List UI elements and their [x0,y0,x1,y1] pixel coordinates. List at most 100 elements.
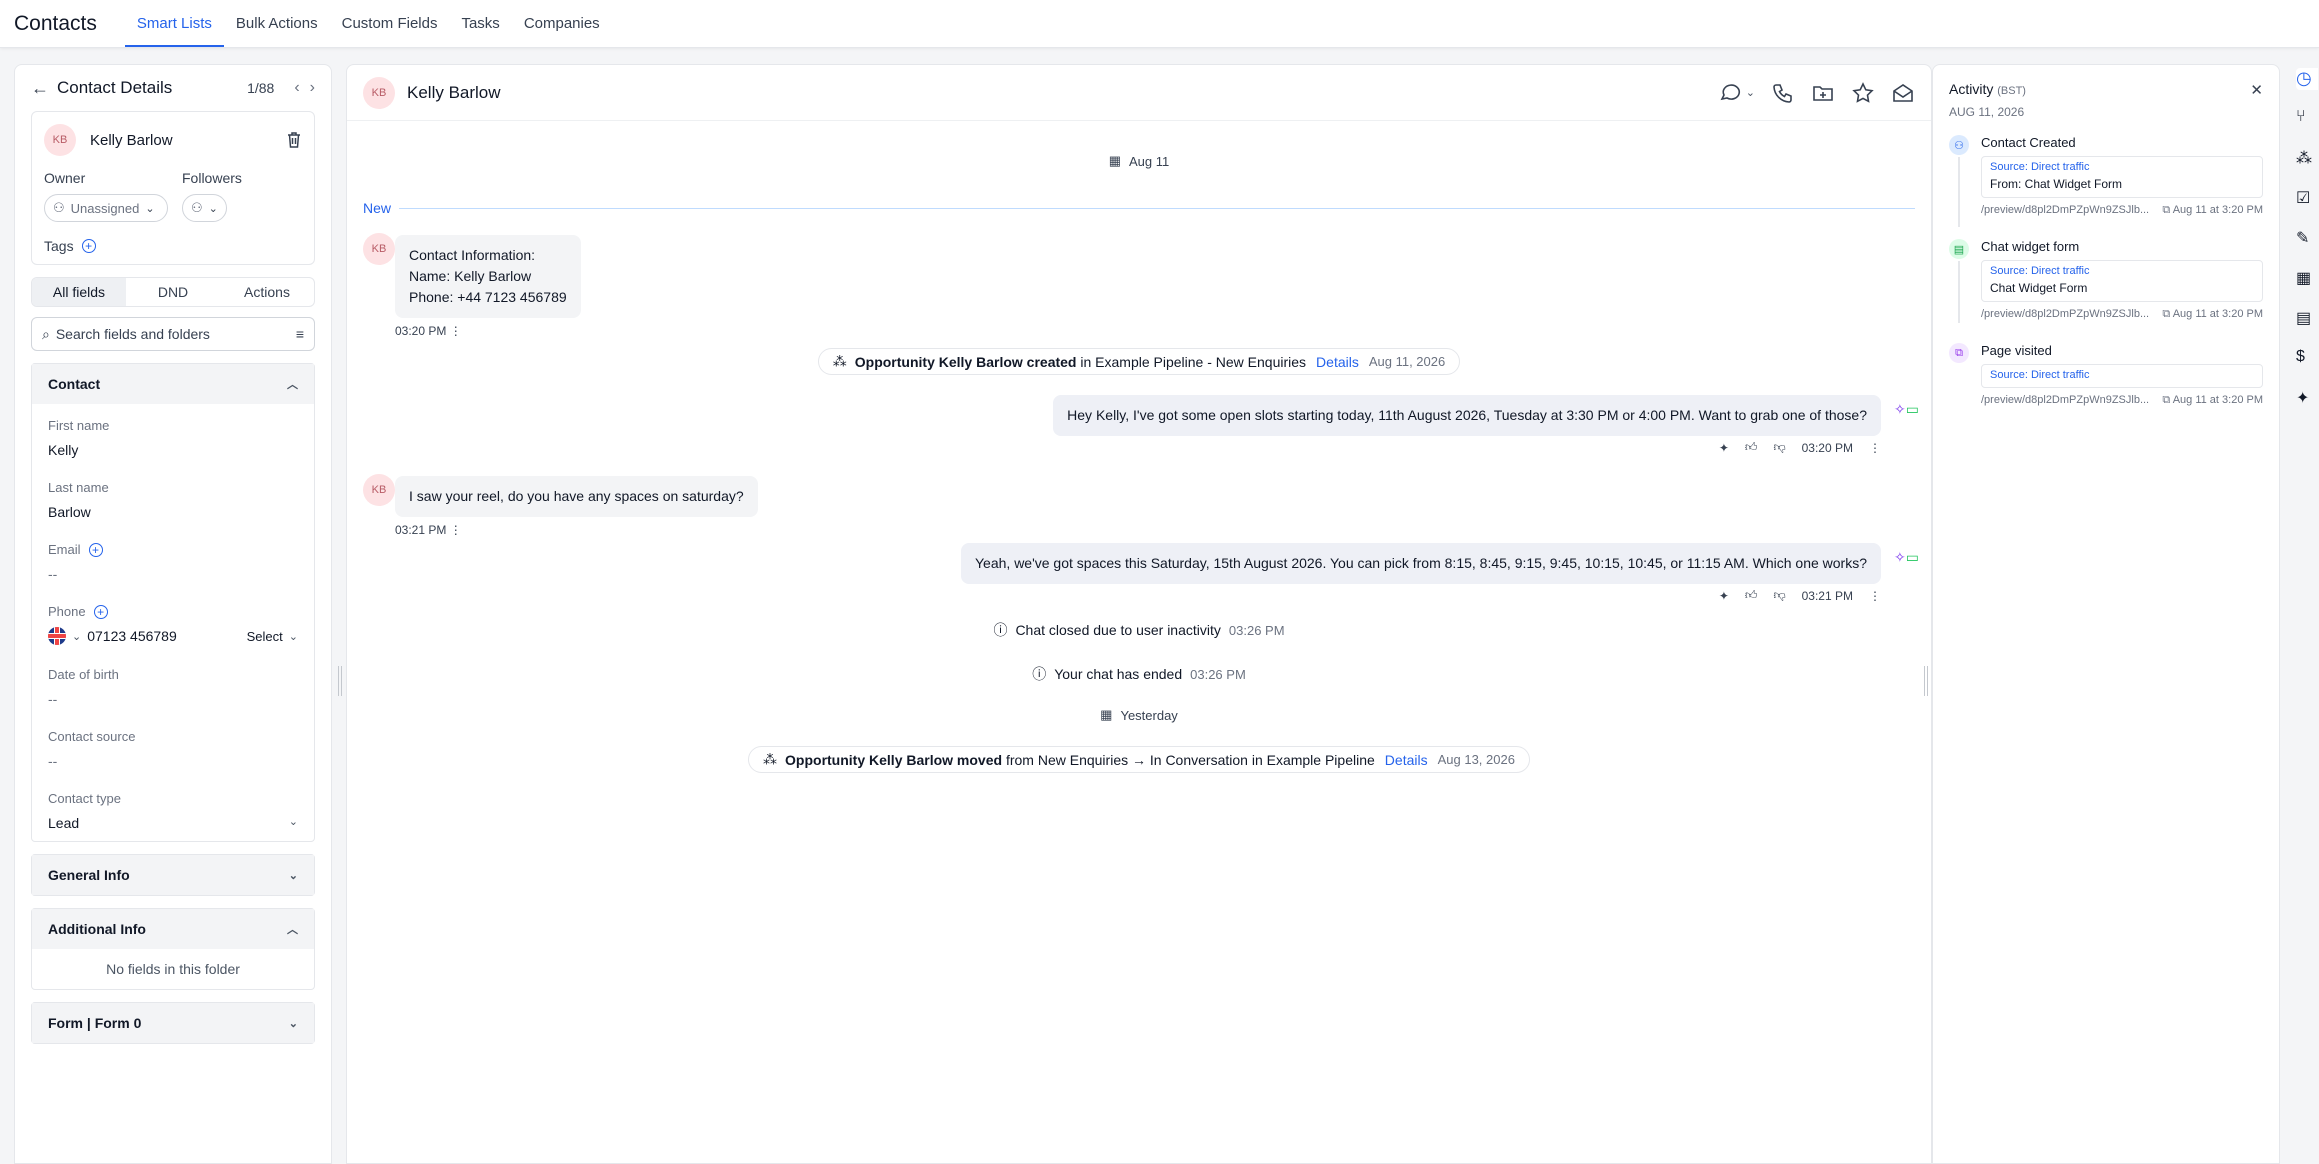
opportunity-icon: ⁂ [832,353,847,369]
more-icon[interactable]: ⋮ [1869,441,1881,455]
event-title: Opportunity Kelly Barlow created [854,353,1077,370]
new-messages-divider: New [363,200,1915,216]
notes-pen-icon[interactable]: ✎ [2296,228,2318,250]
system-message: ⓘ Chat closed due to user inactivity 03:… [347,620,1931,640]
chat-bubble-icon[interactable] [1718,81,1742,105]
message-time: 03:20 PM [1801,440,1853,455]
magic-wand-icon[interactable]: ✦ [2296,388,2318,410]
additional-info-header[interactable]: Additional Info ︿ [32,909,314,949]
back-arrow-icon[interactable]: ← [31,78,49,99]
tab-bulk-actions[interactable]: Bulk Actions [224,1,330,47]
phone-icon[interactable] [1771,81,1795,105]
search-placeholder: Search fields and folders [55,326,210,342]
dob-field[interactable]: -- [48,691,298,707]
magic-wand-icon[interactable]: ✦ [1719,441,1729,455]
star-icon[interactable] [1851,81,1875,105]
add-tag-icon[interactable]: + [81,239,96,253]
activity-time: ⧉ Aug 11 at 3:20 PM [2162,394,2263,406]
phone-field[interactable]: ⌄ 07123 456789 Select ⌄ [48,627,298,645]
last-name-label: Last name [48,480,109,495]
contact-details-panel: ← Contact Details 1/88 ‹ › KB Kelly Barl… [14,64,332,1164]
folder-add-icon[interactable] [1811,81,1835,105]
tab-smart-lists[interactable]: Smart Lists [124,1,224,47]
general-info-header[interactable]: General Info ⌄ [32,855,314,895]
message-bubble[interactable]: Contact Information: Name: Kelly Barlow … [395,235,581,318]
filter-icon[interactable]: ≡ [296,326,304,342]
thumbs-down-icon[interactable]: 👎︎ [1773,440,1785,455]
contact-section: Contact ︿ First name Kelly Last name Barlo… [31,363,315,842]
right-resize-handle[interactable] [1924,666,1928,696]
followers-select[interactable]: ⚇ ⌄ [182,194,227,222]
prev-arrow-icon[interactable]: ‹ [294,79,299,97]
activity-path-link[interactable]: /preview/d8pl2DmPZpWn9ZSJlb... [1981,308,2149,321]
activity-source: Source: Direct traffic [1990,265,2090,277]
activity-item-details: Source: Direct traffic [1981,364,2263,388]
message-time: 03:20 PM [395,324,447,338]
thumbs-down-icon[interactable]: 👎︎ [1773,588,1785,603]
page-visit-icon: ⧉ [1949,343,1969,363]
activity-path-link[interactable]: /preview/d8pl2DmPZpWn9ZSJlb... [1981,204,2149,217]
more-icon[interactable]: ⋮ [450,324,462,338]
add-phone-icon[interactable]: + [93,604,108,619]
event-details-link[interactable]: Details [1316,354,1359,370]
close-icon[interactable]: ✕ [2250,81,2263,99]
contact-section-header[interactable]: Contact ︿ [32,364,314,404]
first-name-field[interactable]: Kelly [48,442,298,458]
more-icon[interactable]: ⋮ [1869,589,1881,603]
activity-path-link[interactable]: /preview/d8pl2DmPZpWn9ZSJlb... [1981,394,2149,407]
tab-companies[interactable]: Companies [512,1,612,47]
tab-dnd[interactable]: DND [126,278,220,306]
search-fields-input[interactable]: ⌕ Search fields and folders ≡ [31,317,315,351]
system-message-text: Your chat has ended [1054,666,1183,682]
phone-type-select[interactable]: Select [247,629,283,644]
magic-wand-icon[interactable]: ✦ [1719,589,1729,603]
workflow-icon[interactable]: ⑂ [2296,108,2318,130]
chevron-down-icon[interactable]: ⌄ [72,630,81,643]
message-bubble[interactable]: Hey Kelly, I've got some open slots star… [1053,395,1881,436]
tab-tasks[interactable]: Tasks [449,1,511,47]
followers-label: Followers [182,170,242,186]
last-name-field[interactable]: Barlow [48,504,298,520]
phone-label: Phone [48,604,86,619]
uk-flag-icon[interactable] [48,627,66,645]
owner-select[interactable]: ⚇ Unassigned ⌄ [44,194,168,222]
trash-icon[interactable] [286,131,302,149]
calendar-icon: ▦ [1108,153,1122,168]
chevron-down-icon[interactable]: ⌄ [1746,86,1755,99]
dollar-icon[interactable]: $ [2296,348,2318,370]
contact-type-select[interactable]: Lead ⌄ [48,815,298,831]
conversation-header: KB Kelly Barlow ⌄ [347,65,1931,121]
email-field[interactable]: -- [48,566,298,582]
more-icon[interactable]: ⋮ [450,523,462,537]
phone-value[interactable]: 07123 456789 [87,628,246,644]
system-message: ⓘ Your chat has ended 03:26 PM [347,664,1931,684]
form-section-header[interactable]: Form | Form 0 ⌄ [32,1003,314,1043]
tab-all-fields[interactable]: All fields [32,278,126,306]
tab-actions[interactable]: Actions [220,278,314,306]
event-details-link[interactable]: Details [1385,752,1428,768]
tags-label: Tags [44,238,74,254]
contact-source-field[interactable]: -- [48,753,298,769]
opportunity-icon[interactable]: ⁂ [2296,148,2318,170]
tasks-icon[interactable]: ☑ [2296,188,2318,210]
message-bubble[interactable]: I saw your reel, do you have any spaces … [395,476,758,517]
calendar-icon[interactable]: ▦ [2296,268,2318,290]
activity-clock-icon[interactable]: ◷ [2296,68,2318,90]
search-icon: ⌕ [42,325,50,342]
contact-details-header: ← Contact Details 1/88 ‹ › [15,65,331,111]
left-resize-handle[interactable] [338,666,342,696]
chevron-down-icon: ⌄ [288,630,298,643]
add-email-icon[interactable]: + [88,542,103,557]
dob-label: Date of birth [48,667,119,682]
next-arrow-icon[interactable]: › [310,79,315,97]
message-bubble[interactable]: Yeah, we've got spaces this Saturday, 15… [961,543,1881,584]
thumbs-up-icon[interactable]: 👍︎ [1745,588,1758,603]
thumbs-up-icon[interactable]: 👍︎ [1745,440,1758,455]
tab-custom-fields[interactable]: Custom Fields [330,1,450,47]
mail-open-icon[interactable] [1891,81,1915,105]
date-chip: ▦ Aug 11 [347,153,1931,169]
avatar: KB [44,124,76,156]
opportunity-event: ⁂ Opportunity Kelly Barlow moved from Ne… [748,746,1530,773]
document-icon[interactable]: ▤ [2296,308,2318,330]
chevron-down-icon: ⌄ [288,816,298,828]
